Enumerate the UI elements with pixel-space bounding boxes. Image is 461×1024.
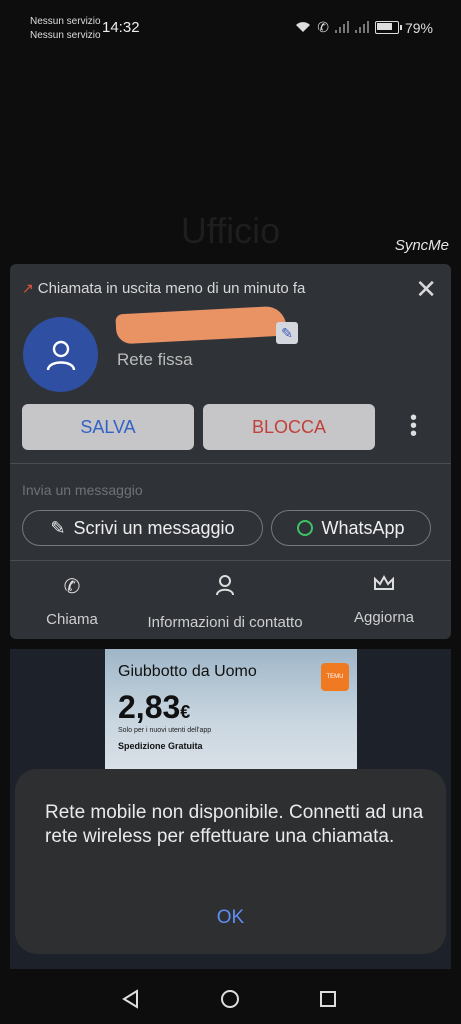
call-info-text: Chiamata in uscita meno di un minuto fa [37, 280, 306, 297]
battery-icon [374, 21, 402, 34]
ad-title: Giubbotto da Uomo [118, 663, 257, 680]
ad-price: 2,83€ [118, 689, 191, 725]
person-icon [46, 340, 75, 370]
avatar [23, 317, 98, 392]
battery-percent: 79% [404, 19, 433, 36]
carrier-label: Nessun servizio [30, 16, 101, 27]
save-button[interactable]: SALVA [22, 404, 194, 450]
background-title: Ufficio [180, 210, 281, 251]
temu-logo: TEMU [321, 663, 349, 691]
home-icon[interactable] [220, 989, 240, 1014]
contact-info-label: Informazioni di contatto [147, 614, 303, 631]
ad-shipping: Spedizione Gratuita [118, 741, 203, 751]
divider [10, 463, 451, 464]
wifi-call-icon: ✆ [317, 19, 329, 35]
pencil-icon: ✎ [50, 517, 66, 538]
ad-image: Giubbotto da Uomo 2,83€ Solo per i nuovi… [105, 649, 357, 769]
write-message-button[interactable]: ✎ Scrivi un messaggio [22, 510, 263, 546]
clock: 14:32 [102, 19, 140, 36]
edit-icon[interactable]: ✎ [276, 322, 298, 344]
wifi-icon [295, 20, 311, 36]
whatsapp-label: WhatsApp [321, 517, 405, 538]
status-icons: ✆ 79% [295, 19, 433, 36]
recents-icon[interactable] [318, 989, 338, 1014]
carrier-label: Nessun servizio [30, 30, 101, 41]
network-dialog: Rete mobile non disponibile. Connetti ad… [15, 769, 446, 954]
contact-info-action[interactable]: Informazioni di contatto [135, 574, 315, 631]
write-message-label: Scrivi un messaggio [73, 517, 235, 538]
call-action[interactable]: ✆ Chiama [36, 574, 108, 628]
update-action-label: Aggiorna [353, 609, 415, 626]
crown-icon [344, 574, 424, 597]
close-icon[interactable]: ✕ [415, 276, 437, 302]
ad-note: Solo per i nuovi utenti dell'app [118, 727, 212, 734]
phone-icon: ✆ [63, 576, 81, 598]
more-options-icon[interactable]: • • • [410, 408, 417, 444]
outgoing-call-icon: ↗ [22, 280, 34, 296]
signal-icon [354, 20, 369, 36]
whatsapp-button[interactable]: WhatsApp [271, 510, 431, 546]
syncme-logo: SyncMe [394, 237, 449, 254]
call-info: ↗ Chiamata in uscita meno di un minuto f… [22, 280, 305, 297]
redacted-contact-name [115, 305, 287, 345]
dialog-message: Rete mobile non disponibile. Connetti ad… [45, 802, 424, 847]
back-icon[interactable] [121, 989, 141, 1014]
signal-icon [334, 20, 349, 36]
call-card: ↗ Chiamata in uscita meno di un minuto f… [10, 264, 451, 639]
call-action-label: Chiama [46, 611, 98, 628]
divider [10, 560, 451, 561]
ok-button[interactable]: OK [15, 907, 446, 929]
update-action[interactable]: Aggiorna [344, 574, 424, 626]
status-bar: Nessun servizio Nessun servizio 14:32 ✆ … [0, 0, 461, 48]
block-button[interactable]: BLOCCA [203, 404, 375, 450]
navigation-bar [0, 975, 461, 1024]
message-hint: Invia un messaggio [22, 482, 143, 498]
contact-subtitle: Rete fissa [117, 350, 193, 369]
person-outline-icon [135, 574, 315, 602]
whatsapp-icon [297, 520, 314, 536]
